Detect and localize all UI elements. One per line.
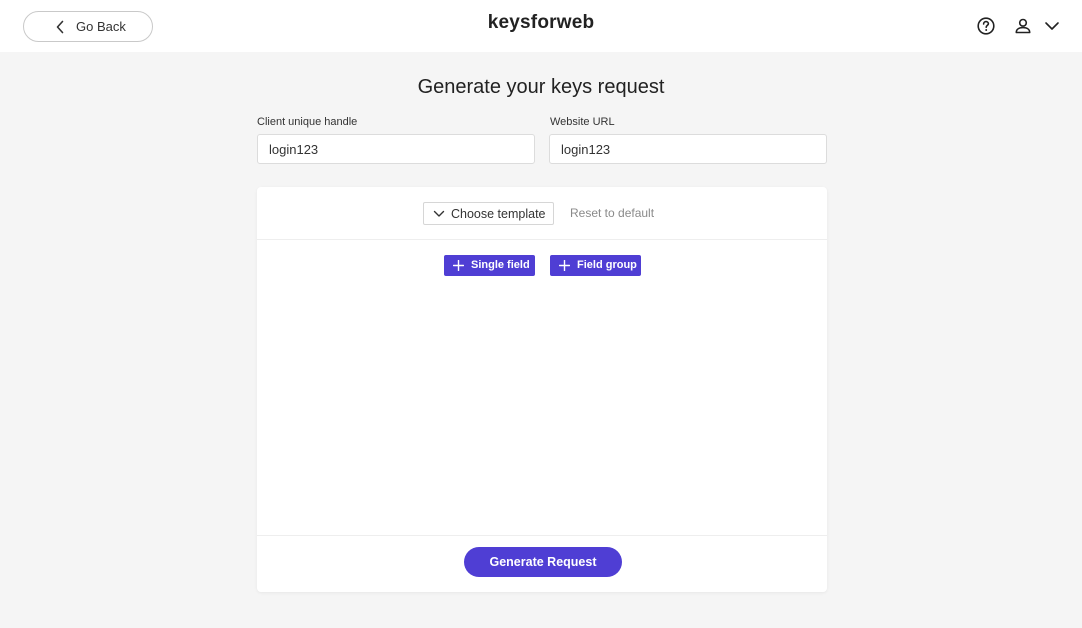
website-url-label: Website URL	[550, 116, 615, 128]
page-title: Generate your keys request	[417, 76, 665, 98]
generate-request-label: Generate Request	[489, 555, 597, 569]
choose-template-dropdown[interactable]: Choose template	[423, 202, 554, 225]
reset-to-default-link[interactable]: Reset to default	[570, 206, 654, 220]
add-single-field-button[interactable]: Single field	[444, 255, 535, 276]
field-group-label: Field group	[577, 259, 637, 271]
divider	[257, 239, 827, 240]
user-icon[interactable]	[1013, 16, 1033, 36]
website-url-input[interactable]	[549, 134, 827, 164]
app-logo: keysforweb	[487, 12, 595, 33]
client-handle-input[interactable]	[257, 134, 535, 164]
request-editor-card: Choose template Reset to default Single …	[257, 187, 827, 592]
generate-request-button[interactable]: Generate Request	[464, 547, 622, 577]
chevron-down-icon	[433, 210, 445, 217]
choose-template-label: Choose template	[451, 207, 546, 221]
top-bar: Go Back keysforweb	[0, 0, 1082, 52]
divider	[257, 535, 827, 536]
plus-icon	[559, 260, 570, 271]
single-field-label: Single field	[471, 259, 530, 271]
chevron-down-icon[interactable]	[1043, 17, 1061, 35]
add-field-group-button[interactable]: Field group	[550, 255, 641, 276]
plus-icon	[453, 260, 464, 271]
client-handle-label: Client unique handle	[257, 116, 358, 128]
help-icon[interactable]	[976, 16, 996, 36]
